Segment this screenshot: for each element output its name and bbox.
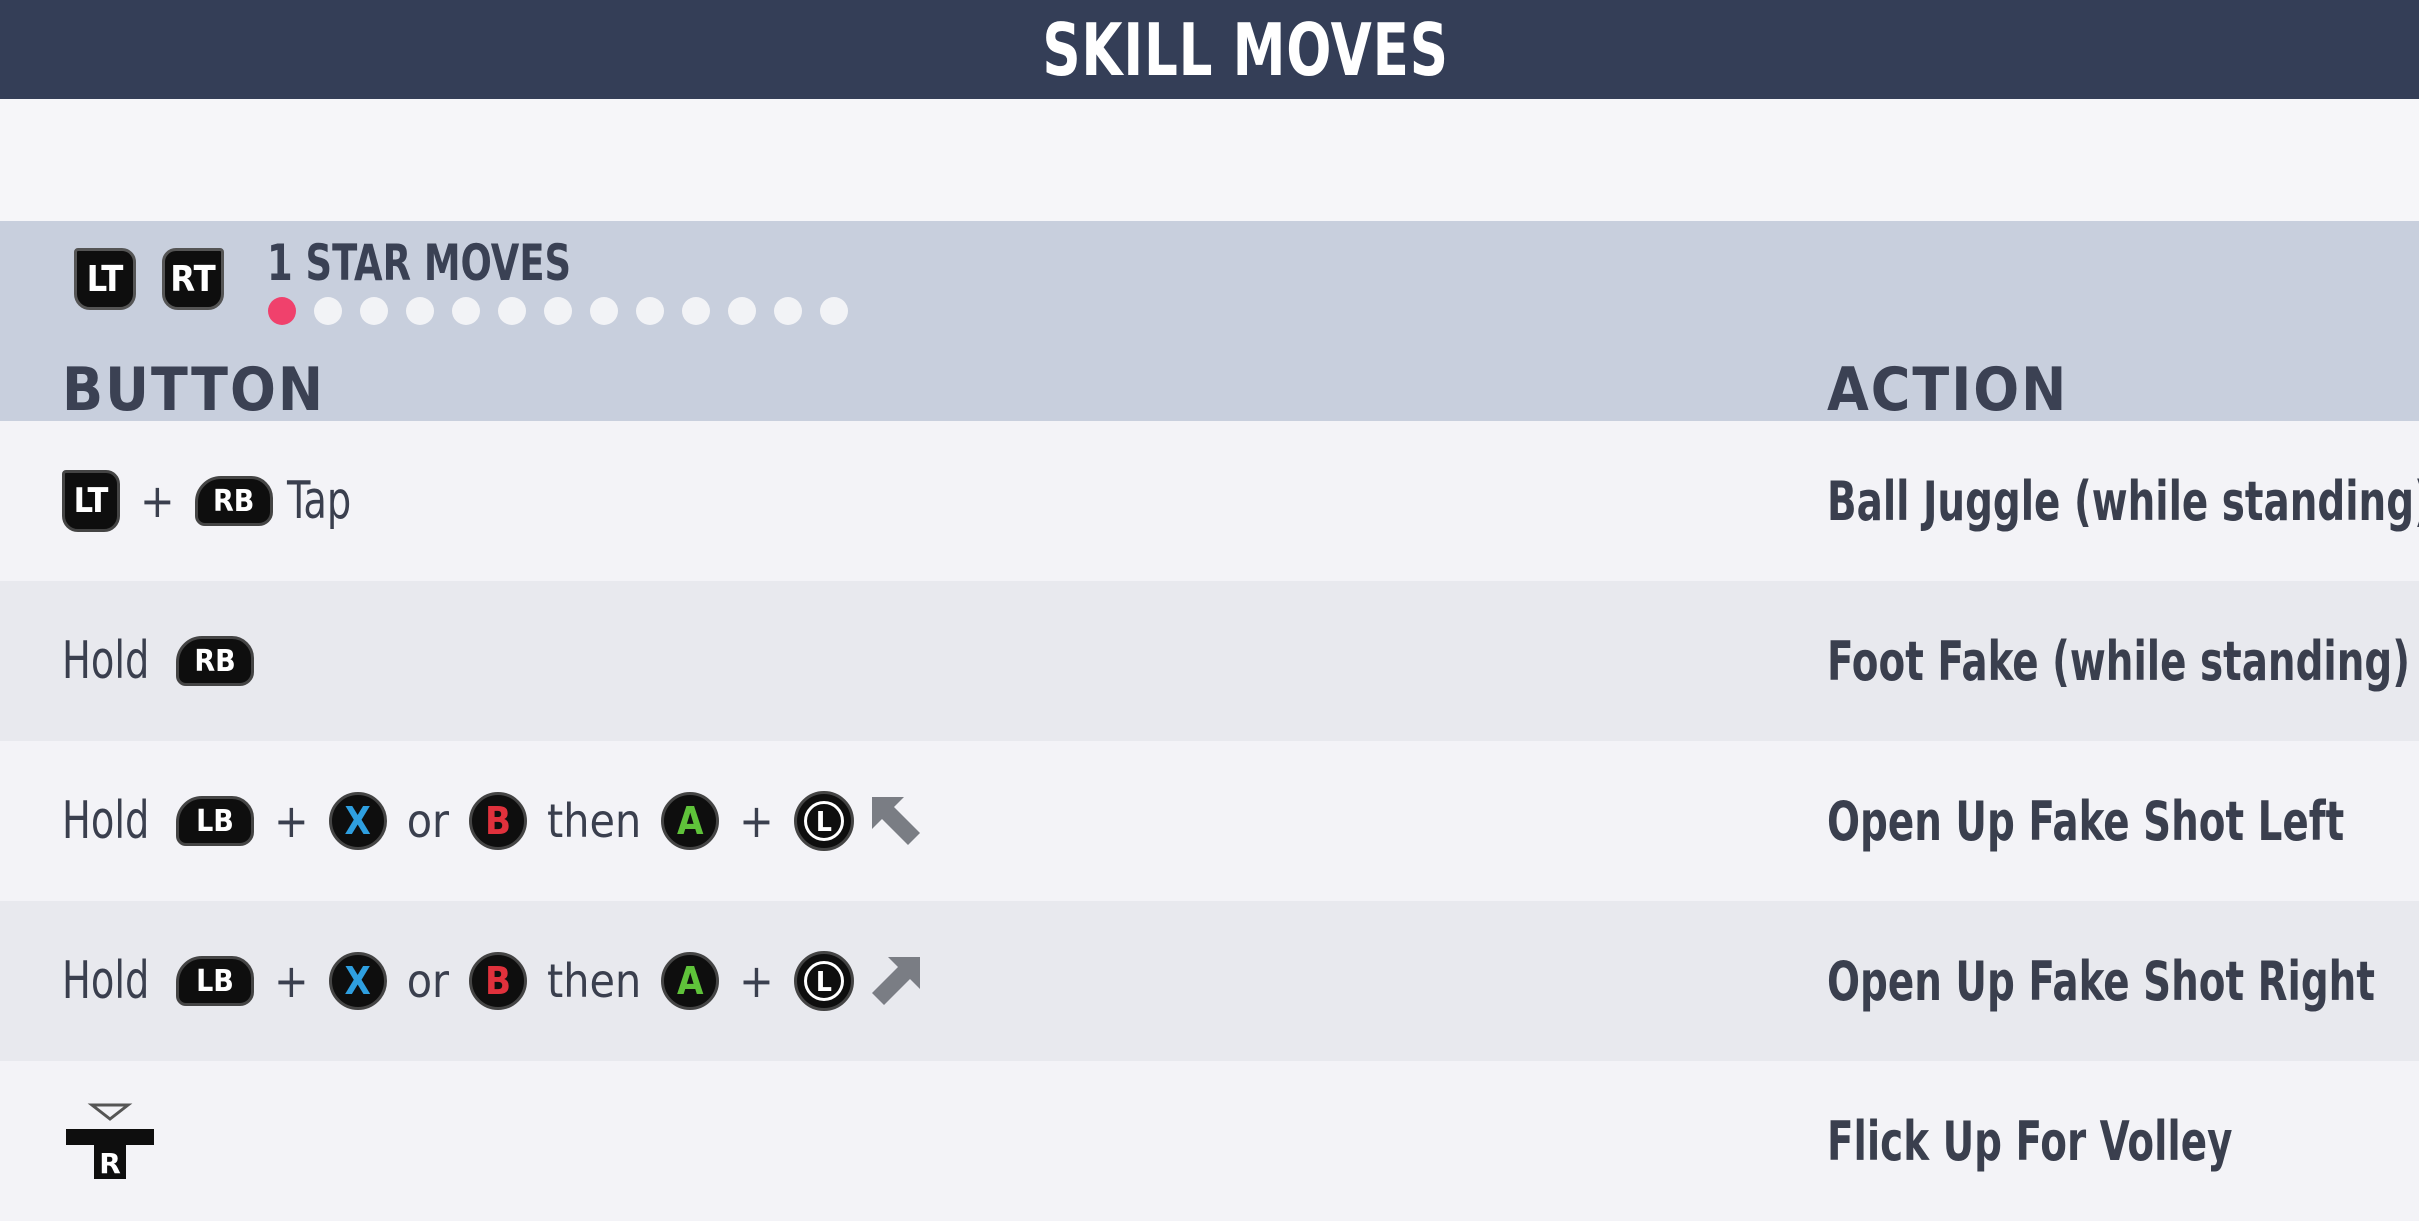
combo-text: or bbox=[406, 954, 450, 1008]
x-button-icon: X bbox=[328, 792, 387, 850]
column-header-button: BUTTON bbox=[62, 355, 326, 425]
page-dot[interactable] bbox=[636, 297, 664, 325]
page-dot[interactable] bbox=[820, 297, 848, 325]
lb-button-icon: LB bbox=[176, 796, 254, 846]
table-row: Hold LB + X or B then A + L Open Up Fake… bbox=[0, 741, 2419, 901]
page-title: SKILL MOVES bbox=[1042, 7, 1449, 92]
combo-text: Hold bbox=[62, 631, 150, 691]
stick-label: R bbox=[99, 1147, 121, 1180]
combo-text: Hold bbox=[62, 791, 150, 851]
action-cell: Flick Up For Volley bbox=[1827, 1061, 2334, 1221]
lt-trigger-icon[interactable]: LT bbox=[74, 248, 136, 310]
a-button-icon: A bbox=[661, 952, 720, 1010]
page-dot[interactable] bbox=[774, 297, 802, 325]
b-button-icon: B bbox=[469, 952, 528, 1010]
plus-sign: + bbox=[140, 474, 175, 528]
button-combo: LT + RB Tap bbox=[62, 421, 365, 581]
button-combo: Hold LB + X or B then A + L bbox=[62, 901, 924, 1061]
page-dot[interactable] bbox=[268, 297, 296, 325]
button-combo: R bbox=[62, 1061, 158, 1221]
page-dot[interactable] bbox=[406, 297, 434, 325]
page-dot[interactable] bbox=[682, 297, 710, 325]
left-stick-icon: L bbox=[793, 951, 854, 1011]
page-dot[interactable] bbox=[314, 297, 342, 325]
plus-sign: + bbox=[274, 954, 309, 1008]
button-combo: Hold LB + X or B then A + L bbox=[62, 741, 924, 901]
page-dot[interactable] bbox=[360, 297, 388, 325]
b-button-icon: B bbox=[469, 792, 528, 850]
combo-text: or bbox=[406, 794, 450, 848]
combo-text: then bbox=[547, 794, 642, 848]
button-combo: Hold RB bbox=[62, 581, 254, 741]
action-label: Ball Juggle (while standing) bbox=[1827, 469, 2419, 533]
a-button-icon: A bbox=[661, 792, 720, 850]
combo-text: Hold bbox=[62, 951, 150, 1011]
action-label: Flick Up For Volley bbox=[1827, 1109, 2233, 1173]
lb-button-icon: LB bbox=[176, 956, 254, 1006]
combo-text: Tap bbox=[286, 471, 351, 531]
combo-text: then bbox=[547, 954, 642, 1008]
page-dot[interactable] bbox=[544, 297, 572, 325]
arrow-up-left-icon bbox=[871, 797, 920, 845]
x-button-icon: X bbox=[328, 952, 387, 1010]
action-cell: Ball Juggle (while standing) bbox=[1827, 421, 2419, 581]
action-cell: Open Up Fake Shot Right bbox=[1827, 901, 2419, 1061]
column-header-action: ACTION bbox=[1827, 355, 2069, 425]
action-cell: Foot Fake (while standing) bbox=[1827, 581, 2419, 741]
arrow-up-right-icon bbox=[871, 957, 920, 1005]
table-row: Hold RB Foot Fake (while standing) bbox=[0, 581, 2419, 741]
page-dot[interactable] bbox=[498, 297, 526, 325]
page-dot[interactable] bbox=[590, 297, 618, 325]
action-cell: Open Up Fake Shot Left bbox=[1827, 741, 2419, 901]
rb-button-icon: RB bbox=[176, 636, 254, 686]
plus-sign: + bbox=[274, 794, 309, 848]
section-title: 1 STAR MOVES bbox=[267, 234, 572, 292]
page-dot[interactable] bbox=[452, 297, 480, 325]
table-row: LT + RB Tap Ball Juggle (while standing) bbox=[0, 421, 2419, 581]
spacer-band bbox=[0, 99, 2419, 221]
action-label: Foot Fake (while standing) bbox=[1827, 629, 2410, 693]
rt-trigger-icon[interactable]: RT bbox=[162, 248, 224, 310]
lt-button-icon: LT bbox=[62, 470, 120, 532]
action-label: Open Up Fake Shot Left bbox=[1827, 789, 2345, 853]
plus-sign: + bbox=[739, 954, 774, 1008]
header-bar: SKILL MOVES bbox=[0, 0, 2419, 99]
table-row: Hold LB + X or B then A + L Open Up Fake… bbox=[0, 901, 2419, 1061]
left-stick-icon: L bbox=[793, 791, 854, 851]
rb-button-icon: RB bbox=[194, 476, 273, 526]
action-label: Open Up Fake Shot Right bbox=[1827, 949, 2375, 1013]
page-indicator bbox=[268, 297, 848, 325]
table-row: R Flick Up For Volley bbox=[0, 1061, 2419, 1220]
page-dot[interactable] bbox=[728, 297, 756, 325]
flick-up-icon: R bbox=[66, 1103, 154, 1180]
plus-sign: + bbox=[739, 794, 774, 848]
